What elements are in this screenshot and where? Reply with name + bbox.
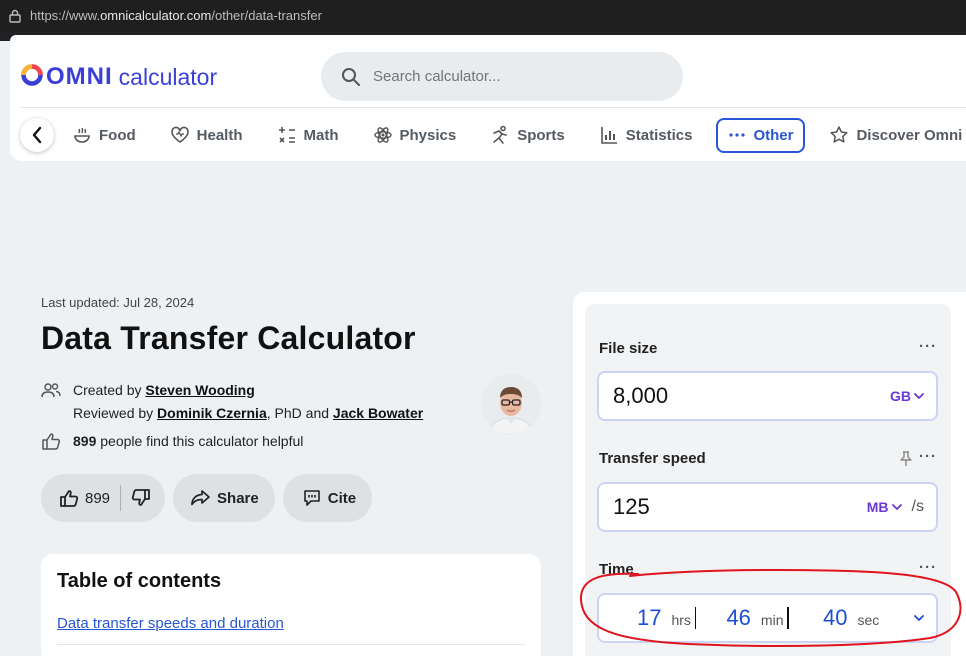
nav-label: Statistics (625, 126, 693, 144)
file-size-value[interactable]: 8,000 (613, 383, 890, 409)
logo-ring-icon (21, 64, 43, 86)
heart-icon (170, 126, 189, 143)
address-bar[interactable]: https://www.omnicalculator.com/other/dat… (0, 0, 966, 31)
thumbs-down-icon (131, 489, 150, 506)
file-size-menu-button[interactable]: ··· (919, 338, 937, 355)
site-header: omni calculator Food Health Math Physics (10, 41, 966, 161)
nav-label: Food (99, 126, 136, 144)
quote-icon (303, 490, 320, 506)
avatar-image (481, 374, 541, 434)
per-second-label: /s (911, 498, 924, 515)
url-text: https://www.omnicalculator.com/other/dat… (30, 8, 322, 23)
nav-item-food[interactable]: Food (72, 125, 136, 145)
thumbs-up-icon (60, 490, 79, 507)
share-button[interactable]: Share (173, 474, 275, 522)
search-icon (342, 67, 360, 86)
nav-label: Physics (399, 126, 457, 144)
page-title: Data Transfer Calculator (41, 320, 416, 356)
chevron-down-icon (914, 393, 924, 399)
nav-label: Discover Omni (856, 126, 963, 144)
vote-separator (120, 485, 122, 511)
helpful-count: 899 (73, 432, 97, 449)
transfer-speed-label: Transfer speed (599, 450, 706, 467)
transfer-speed-unit: MB (866, 499, 889, 515)
transfer-speed-value[interactable]: 125 (613, 494, 867, 520)
math-icon (278, 127, 295, 143)
logo-word: calculator (118, 63, 218, 90)
reviewer-link-1[interactable]: Dominik Czernia (157, 405, 267, 421)
transfer-speed-field[interactable]: 125 MB /s (597, 482, 938, 532)
runner-icon (493, 125, 508, 144)
header-divider (20, 107, 966, 108)
vote-pill: 899 (41, 474, 166, 522)
people-icon (41, 382, 73, 398)
reviewed-prefix: Reviewed by (73, 404, 154, 421)
nav-item-physics[interactable]: Physics (373, 125, 457, 145)
share-label: Share (217, 489, 259, 507)
nav-item-discover[interactable]: Discover Omni (829, 125, 962, 145)
nav-back-button[interactable] (20, 118, 54, 152)
cite-button[interactable]: Cite (282, 474, 373, 522)
file-size-unit: GB (890, 388, 911, 404)
file-size-field[interactable]: 8,000 GB (597, 371, 938, 421)
food-icon (74, 127, 90, 143)
share-icon (191, 490, 210, 506)
atom-icon (373, 127, 392, 143)
cite-label: Cite (327, 489, 357, 507)
nav-item-statistics[interactable]: Statistics (599, 125, 693, 145)
reviewer-mid: , PhD and (266, 404, 330, 421)
transfer-speed-unit-select[interactable]: MB (867, 499, 902, 515)
author-avatar[interactable] (481, 374, 541, 434)
browser-edge (0, 31, 966, 41)
dots-icon (729, 133, 746, 137)
file-size-label: File size (599, 340, 658, 357)
toc-title: Table of contents (57, 570, 222, 592)
nav-label: Other (753, 126, 794, 144)
nav-item-math[interactable]: Math (277, 125, 339, 145)
thumbs-up-icon (41, 432, 73, 450)
action-buttons: 899 Share Cite (41, 474, 380, 522)
nav-item-other[interactable]: Other (716, 117, 806, 153)
nav-label: Health (196, 126, 243, 144)
nav-label: Sports (517, 126, 565, 144)
transfer-speed-menu-button[interactable]: ··· (919, 448, 937, 465)
author-info: Created by Steven Wooding Reviewed by Do… (41, 378, 423, 452)
nav-label: Math (303, 126, 339, 144)
created-prefix: Created by (73, 381, 142, 398)
red-annotation-circle (579, 568, 962, 647)
reviewed-row: Reviewed by Dominik Czernia, PhD and Jac… (41, 401, 423, 424)
like-count: 899 (85, 489, 111, 507)
reviewer-link-2[interactable]: Jack Bowater (333, 405, 423, 421)
lock-icon (0, 9, 30, 23)
toc-link[interactable]: Data transfer speeds and duration (57, 615, 525, 632)
search-box[interactable] (321, 52, 683, 101)
chevron-down-icon (891, 504, 902, 510)
created-row: Created by Steven Wooding (41, 378, 423, 401)
logo-brand: omni (20, 63, 113, 91)
nav-item-sports[interactable]: Sports (490, 125, 565, 145)
pin-icon[interactable] (899, 451, 913, 472)
like-button[interactable]: 899 (59, 489, 110, 507)
chevron-left-icon (32, 126, 42, 144)
category-nav: Food Health Math Physics Sports Statisti… (20, 116, 966, 154)
search-input[interactable] (373, 68, 653, 85)
logo-brand-text: omni (46, 63, 113, 90)
helpful-row: 899 people find this calculator helpful (41, 429, 423, 452)
bar-chart-icon (600, 127, 617, 144)
dislike-button[interactable] (131, 489, 151, 507)
omni-logo[interactable]: omni calculator (20, 61, 217, 93)
file-size-unit-select[interactable]: GB (890, 388, 924, 404)
last-updated: Last updated: Jul 28, 2024 (41, 295, 195, 310)
creator-link[interactable]: Steven Wooding (145, 382, 254, 398)
helpful-text: people find this calculator helpful (100, 432, 304, 449)
star-icon (830, 126, 849, 143)
nav-item-health[interactable]: Health (170, 125, 243, 145)
table-of-contents: Table of contents Data transfer speeds a… (41, 554, 541, 656)
toc-divider (57, 644, 525, 645)
